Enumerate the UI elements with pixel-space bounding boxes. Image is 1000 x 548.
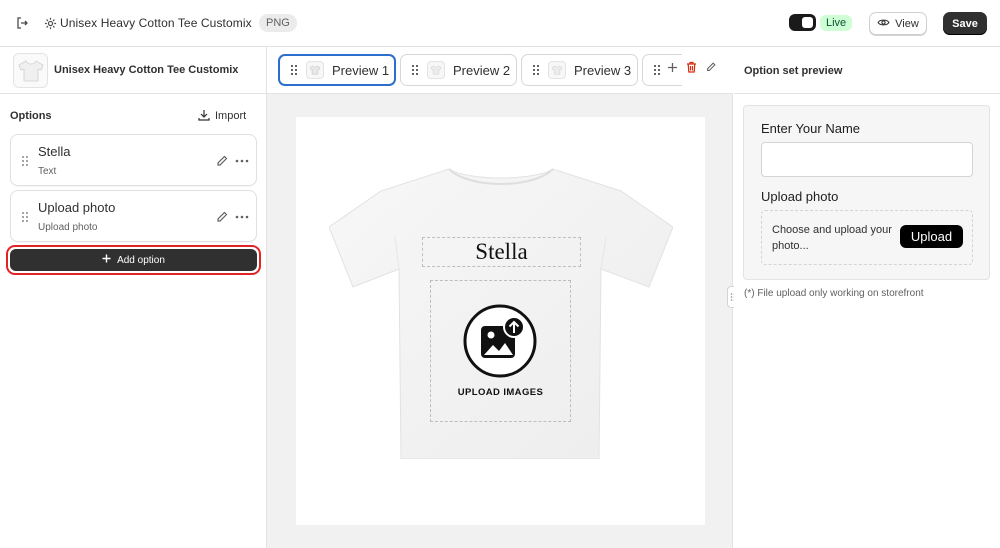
options-heading: Options bbox=[10, 110, 52, 122]
import-label: Import bbox=[215, 110, 247, 122]
name-input[interactable] bbox=[761, 142, 973, 177]
view-button-label: View bbox=[895, 17, 919, 30]
preview-tabs-bar: Preview 1 Preview 2 Preview 3 bbox=[267, 47, 733, 94]
option-card-stella[interactable]: Stella Text bbox=[10, 134, 257, 186]
product-thumbnail bbox=[13, 53, 48, 88]
tab-thumbnail bbox=[306, 61, 324, 79]
upload-image-icon bbox=[463, 304, 537, 378]
preview-workspace: Preview 1 Preview 2 Preview 3 Stella UPL… bbox=[267, 47, 733, 548]
right-panel-title: Option set preview bbox=[744, 65, 843, 77]
option-type: Text bbox=[38, 166, 57, 177]
drag-handle-icon[interactable] bbox=[653, 64, 661, 76]
toggle-knob bbox=[802, 17, 813, 28]
option-card-upload-photo[interactable]: Upload photo Upload photo bbox=[10, 190, 257, 242]
tab-label: Preview 3 bbox=[574, 62, 632, 78]
drag-handle-icon[interactable] bbox=[21, 155, 29, 167]
live-toggle[interactable] bbox=[789, 14, 816, 31]
storefront-note: (*) File upload only working on storefro… bbox=[744, 288, 924, 299]
add-option-label: Add option bbox=[117, 254, 165, 266]
import-icon bbox=[198, 109, 210, 124]
upload-field-label: Upload photo bbox=[761, 189, 839, 204]
import-button[interactable]: Import bbox=[198, 108, 246, 124]
option-title: Upload photo bbox=[38, 200, 116, 215]
upload-button[interactable]: Upload bbox=[900, 225, 963, 248]
product-header: Unisex Heavy Cotton Tee Customix bbox=[0, 47, 266, 94]
tab-preview-1[interactable]: Preview 1 bbox=[278, 54, 396, 86]
drag-handle-icon[interactable] bbox=[411, 64, 419, 76]
right-panel-header: Option set preview bbox=[734, 47, 1000, 94]
save-button[interactable]: Save bbox=[943, 12, 987, 35]
more-horizontal-icon[interactable] bbox=[235, 215, 249, 219]
drag-handle-icon[interactable] bbox=[532, 64, 540, 76]
tab-actions bbox=[667, 61, 717, 76]
exit-icon[interactable] bbox=[12, 13, 32, 33]
upload-dropzone[interactable]: Choose and upload your photo... Upload bbox=[761, 210, 973, 265]
eye-icon bbox=[877, 18, 890, 30]
tab-thumbnail bbox=[427, 61, 445, 79]
live-status-badge: Live bbox=[820, 15, 853, 31]
name-field-label: Enter Your Name bbox=[761, 121, 861, 136]
upload-hint: Choose and upload your photo... bbox=[772, 224, 892, 252]
add-option-highlight: Add option bbox=[6, 245, 261, 275]
app-title: Unisex Heavy Cotton Tee Customix bbox=[60, 16, 252, 30]
trash-icon[interactable] bbox=[686, 61, 697, 76]
tab-preview-2[interactable]: Preview 2 bbox=[400, 54, 517, 86]
top-bar: Unisex Heavy Cotton Tee Customix PNG Liv… bbox=[0, 0, 1000, 47]
plus-icon[interactable] bbox=[667, 62, 678, 76]
pencil-icon[interactable] bbox=[215, 210, 229, 224]
plus-icon bbox=[102, 254, 111, 266]
pencil-icon[interactable] bbox=[705, 61, 717, 76]
text-layer-stella[interactable]: Stella bbox=[422, 237, 581, 267]
drag-handle-icon[interactable] bbox=[21, 211, 29, 223]
view-button[interactable]: View bbox=[869, 12, 927, 35]
more-horizontal-icon[interactable] bbox=[235, 159, 249, 163]
design-canvas: Stella UPLOAD IMAGES bbox=[296, 117, 705, 525]
drag-handle-icon[interactable] bbox=[290, 64, 298, 76]
option-set-preview-panel: Option set preview Enter Your Name Uploa… bbox=[734, 47, 1000, 548]
add-option-button[interactable]: Add option bbox=[10, 249, 257, 271]
upload-images-caption: UPLOAD IMAGES bbox=[457, 387, 544, 398]
product-name: Unisex Heavy Cotton Tee Customix bbox=[54, 64, 239, 76]
pencil-icon[interactable] bbox=[215, 154, 229, 168]
option-type: Upload photo bbox=[38, 222, 98, 233]
option-form-preview: Enter Your Name Upload photo Choose and … bbox=[743, 105, 990, 280]
tab-label: Preview 1 bbox=[332, 62, 390, 78]
option-title: Stella bbox=[38, 144, 71, 159]
tab-thumbnail bbox=[548, 61, 566, 79]
gear-icon bbox=[42, 14, 58, 32]
options-sidebar: Unisex Heavy Cotton Tee Customix Options… bbox=[0, 47, 267, 548]
tab-label: Preview 2 bbox=[453, 62, 511, 78]
tab-preview-3[interactable]: Preview 3 bbox=[521, 54, 638, 86]
format-badge: PNG bbox=[259, 14, 297, 32]
